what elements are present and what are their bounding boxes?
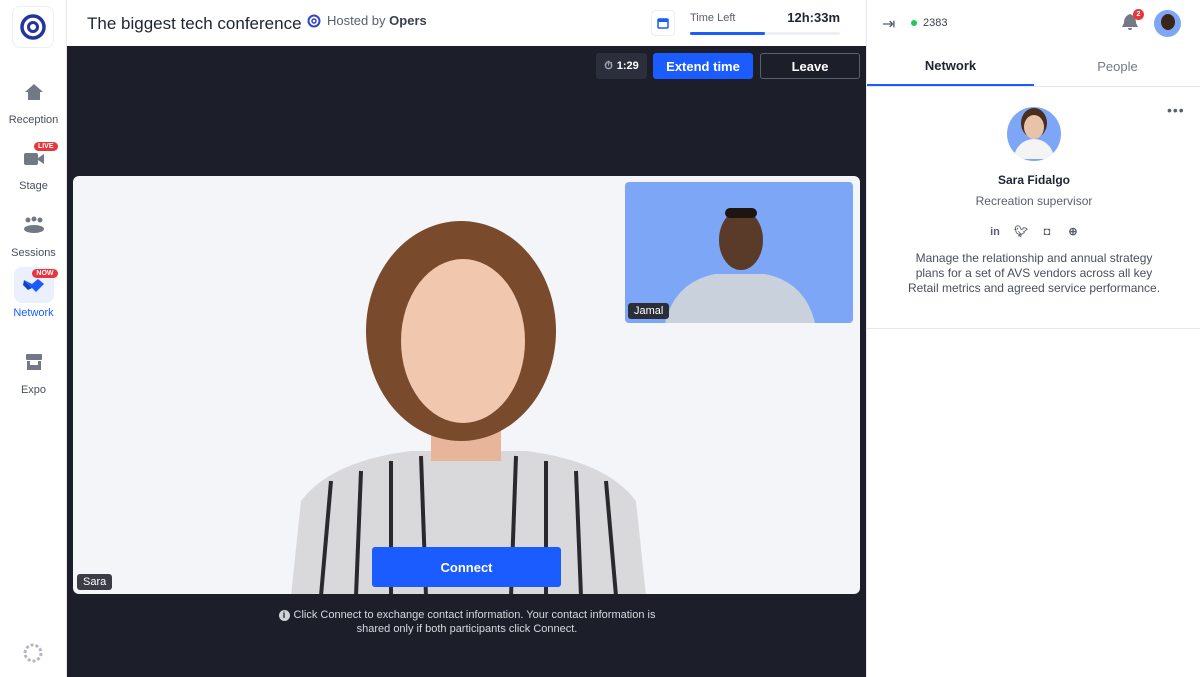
logo-icon: [20, 14, 46, 40]
calendar-icon: [657, 18, 669, 29]
app-logo[interactable]: [12, 6, 54, 48]
profile-card: ••• Sara Fidalgo Recreation supervisor i…: [867, 88, 1200, 329]
booth-icon: [14, 344, 54, 380]
leave-button[interactable]: Leave: [760, 53, 860, 79]
pip-name-label: Jamal: [628, 303, 670, 319]
sidebar-item-network[interactable]: NOW Network: [0, 267, 67, 319]
participant-video-jamal: [665, 208, 815, 323]
profile-avatar: [1007, 107, 1061, 161]
home-icon: [14, 74, 54, 110]
profile-title: Recreation supervisor: [975, 194, 1093, 208]
calendar-button[interactable]: [651, 10, 675, 36]
notifications-button[interactable]: 2: [1121, 9, 1144, 36]
social-links: in 🐦︎ ◘ ⊕: [867, 222, 1200, 240]
instagram-icon[interactable]: ◘: [1038, 226, 1056, 238]
info-text-line1: Click Connect to exchange contact inform…: [293, 609, 656, 621]
time-left-value: 12h:33m: [787, 10, 840, 25]
timer-value: 1:29: [616, 60, 639, 72]
participant-name-label: Sara: [77, 574, 113, 590]
participant-video-sara: [291, 221, 646, 594]
video-camera-icon: LIVE: [14, 140, 58, 176]
panel-tabs: Network People: [867, 46, 1200, 87]
tab-people[interactable]: People: [1034, 46, 1200, 86]
info-icon: i: [278, 610, 290, 621]
collapse-panel-icon[interactable]: ⇥: [882, 14, 895, 34]
stopwatch-icon: ⏱: [604, 59, 613, 72]
sidebar-item-expo[interactable]: Expo: [0, 344, 67, 396]
website-globe-icon[interactable]: ⊕: [1064, 225, 1082, 238]
user-avatar[interactable]: [1154, 10, 1181, 37]
now-badge: NOW: [32, 269, 58, 278]
sidebar-item-label: Stage: [19, 180, 48, 192]
online-count-value: 2383: [923, 17, 948, 29]
connect-info: i Click Connect to exchange contact infor…: [217, 608, 717, 636]
live-badge: LIVE: [33, 142, 58, 151]
extend-time-button[interactable]: Extend time: [653, 53, 753, 79]
sidebar-item-label: Reception: [8, 114, 59, 126]
host-name: Opers: [389, 13, 427, 28]
call-timer: ⏱ 1:29: [596, 53, 647, 79]
sidebar-item-stage[interactable]: LIVE Stage: [0, 140, 67, 192]
sidebar-item-sessions[interactable]: Sessions: [0, 207, 67, 259]
top-bar: The biggest tech conference Hosted by Op…: [67, 0, 866, 46]
more-options-icon[interactable]: •••: [1167, 102, 1185, 118]
profile-bio: Manage the relationship and annual strat…: [907, 251, 1161, 295]
sidebar-item-label: Sessions: [11, 247, 56, 259]
twitter-icon[interactable]: 🐦︎: [1012, 225, 1030, 238]
tab-network[interactable]: Network: [867, 46, 1034, 86]
sidebar-item-label: Network: [13, 307, 54, 319]
powered-by-icon: [23, 643, 43, 668]
online-dot-icon: [911, 20, 917, 26]
handshake-icon: NOW: [13, 267, 58, 303]
right-panel: ⇥ 2383 2 Network People ••• Sara Fidalgo…: [866, 0, 1200, 677]
people-table-icon: [14, 207, 54, 243]
sidebar-item-label: Expo: [20, 384, 47, 396]
linkedin-icon[interactable]: in: [986, 226, 1004, 238]
info-text-line2: shared only if both participants click C…: [356, 623, 578, 635]
host-info: Hosted by Opers: [307, 13, 427, 28]
notification-badge: 2: [1133, 9, 1144, 20]
pip-video: Jamal: [625, 182, 853, 323]
video-stage: ⏱ 1:29 Extend time Leave Sara Connect Jam…: [67, 46, 866, 677]
time-left-label: Time Left: [690, 12, 736, 24]
time-progress-bar: [690, 32, 840, 35]
host-logo-icon: [307, 14, 321, 27]
profile-name: Sara Fidalgo: [997, 173, 1071, 187]
online-count: 2383: [911, 17, 947, 29]
sidebar: Reception LIVE Stage Sessions NOW Networ…: [0, 0, 67, 677]
event-title: The biggest tech conference: [87, 14, 302, 33]
hosted-by-label: Hosted by: [327, 13, 386, 28]
sidebar-item-reception[interactable]: Reception: [0, 74, 67, 126]
connect-button[interactable]: Connect: [372, 547, 561, 587]
